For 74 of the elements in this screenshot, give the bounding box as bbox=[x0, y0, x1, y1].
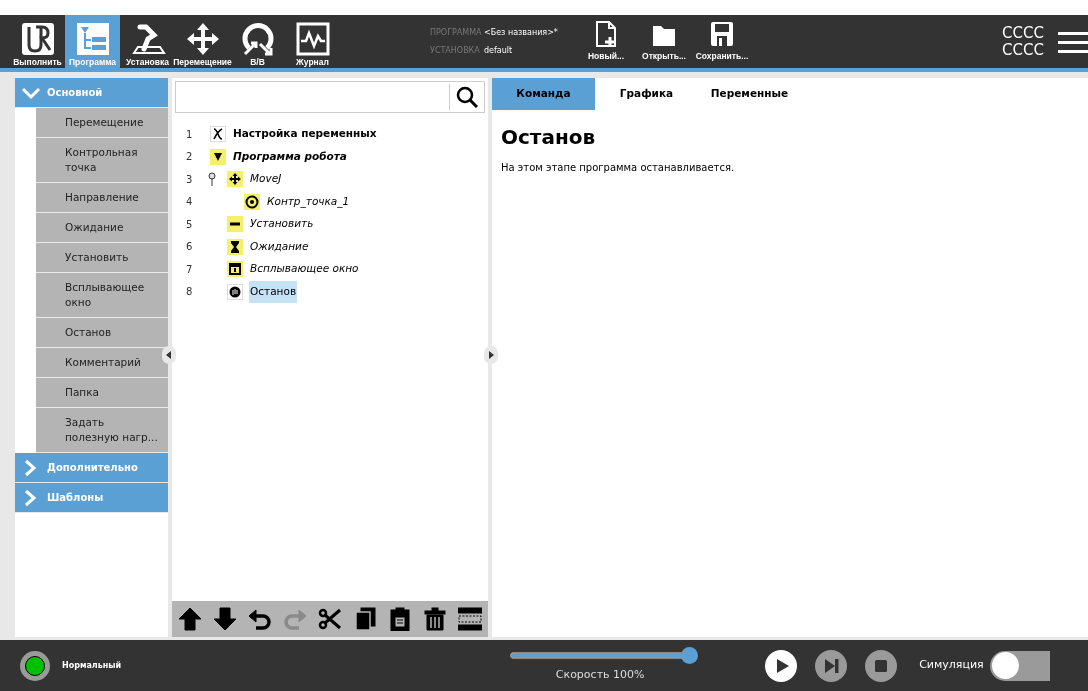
variable-icon bbox=[210, 126, 226, 143]
step-button[interactable] bbox=[815, 649, 848, 682]
detail-tab[interactable]: Команда bbox=[492, 78, 595, 110]
line-number: 4 bbox=[185, 195, 194, 210]
line-number: 6 bbox=[185, 240, 194, 255]
tree-node[interactable]: MoveJ bbox=[249, 168, 283, 191]
nav-tab[interactable]: Журнал bbox=[285, 15, 340, 68]
arrow-down-icon[interactable] bbox=[213, 607, 237, 631]
top-right-text: CCCC bbox=[1002, 41, 1044, 59]
nav-tab[interactable]: Выполнить bbox=[10, 15, 65, 68]
simulation-toggle[interactable] bbox=[989, 650, 1050, 681]
search-field[interactable] bbox=[175, 81, 485, 113]
sidebar-item[interactable]: Всплывающее окно bbox=[36, 273, 168, 318]
sidebar-item[interactable]: Комментарий bbox=[36, 348, 168, 378]
arrow-up-icon[interactable] bbox=[178, 607, 202, 631]
undo-icon[interactable] bbox=[248, 607, 272, 631]
speed-label: Скорость 100% bbox=[555, 667, 645, 684]
line-number: 2 bbox=[185, 150, 194, 165]
play-button[interactable] bbox=[765, 649, 798, 682]
copy-icon[interactable] bbox=[353, 607, 377, 631]
line-number: 1 bbox=[185, 127, 194, 142]
document-icon bbox=[593, 20, 619, 49]
stop-button[interactable] bbox=[865, 649, 898, 682]
io-icon bbox=[239, 21, 276, 57]
line-number: 3 bbox=[185, 172, 194, 187]
scissors-icon[interactable] bbox=[318, 607, 342, 631]
slider-thumb[interactable] bbox=[681, 647, 699, 665]
tree-node[interactable]: Останов bbox=[249, 280, 298, 303]
tree-node[interactable]: Ожидание bbox=[249, 235, 310, 258]
status-text: Нормальный bbox=[62, 659, 122, 672]
tree-node[interactable]: Настройка переменных bbox=[232, 123, 378, 146]
line-number: 5 bbox=[185, 217, 194, 232]
expand-toggle-icon[interactable] bbox=[207, 172, 217, 187]
line-number: 7 bbox=[185, 262, 194, 277]
sidebar-item[interactable]: Перемещение bbox=[36, 108, 168, 138]
tree-node[interactable]: Контр_точка_1 bbox=[266, 190, 351, 213]
sidebar-item[interactable]: Ожидание bbox=[36, 213, 168, 243]
chevron-down-icon bbox=[21, 85, 41, 100]
sidebar-item[interactable]: Останов bbox=[36, 318, 168, 348]
simulation-label: Симуляция bbox=[919, 657, 984, 674]
hourglass-icon bbox=[227, 238, 243, 255]
target-icon bbox=[244, 193, 260, 210]
top-right-text: CCCC bbox=[1002, 24, 1044, 42]
clipboard-icon[interactable] bbox=[388, 607, 412, 631]
sidebar-item[interactable]: Папка bbox=[36, 378, 168, 408]
program-name: <Без названия>* bbox=[484, 26, 558, 39]
installation-label: УСТАНОВКА bbox=[430, 44, 478, 57]
tree-node[interactable]: Всплывающее окно bbox=[249, 258, 360, 281]
dashed-bar-icon[interactable] bbox=[458, 607, 482, 631]
search-icon[interactable] bbox=[456, 86, 478, 108]
installation-name: default bbox=[484, 44, 513, 57]
sidebar-item[interactable]: Установить bbox=[36, 243, 168, 273]
nav-tab[interactable]: Перемещение bbox=[175, 15, 230, 68]
sidebar-item[interactable]: Контрольная точка bbox=[36, 138, 168, 183]
open-file-button[interactable]: Открыть... bbox=[638, 15, 690, 68]
tree-node[interactable]: Программа робота bbox=[232, 145, 348, 168]
trash-icon[interactable] bbox=[423, 607, 447, 631]
run-icon bbox=[19, 21, 56, 57]
save-file-button[interactable]: Сохранить... bbox=[696, 15, 748, 68]
sidebar-item[interactable]: Направление bbox=[36, 183, 168, 213]
expand-handle[interactable] bbox=[484, 346, 498, 364]
dash-icon bbox=[227, 216, 243, 233]
move-arrows-icon bbox=[227, 171, 243, 188]
command-description: На этом этапе программа останавливается. bbox=[501, 161, 736, 175]
line-number: 8 bbox=[185, 285, 194, 300]
sidebar-item[interactable]: Задать полезную нагр... bbox=[36, 408, 168, 453]
log-icon bbox=[294, 21, 331, 57]
program-icon bbox=[74, 21, 111, 57]
menu-icon[interactable] bbox=[1058, 29, 1088, 54]
new-file-button[interactable]: Новый... bbox=[580, 15, 632, 68]
collapse-handle[interactable] bbox=[162, 346, 176, 364]
tree-node[interactable]: Установить bbox=[249, 213, 315, 236]
command-title: Останов bbox=[501, 124, 597, 151]
window-icon bbox=[227, 261, 243, 278]
